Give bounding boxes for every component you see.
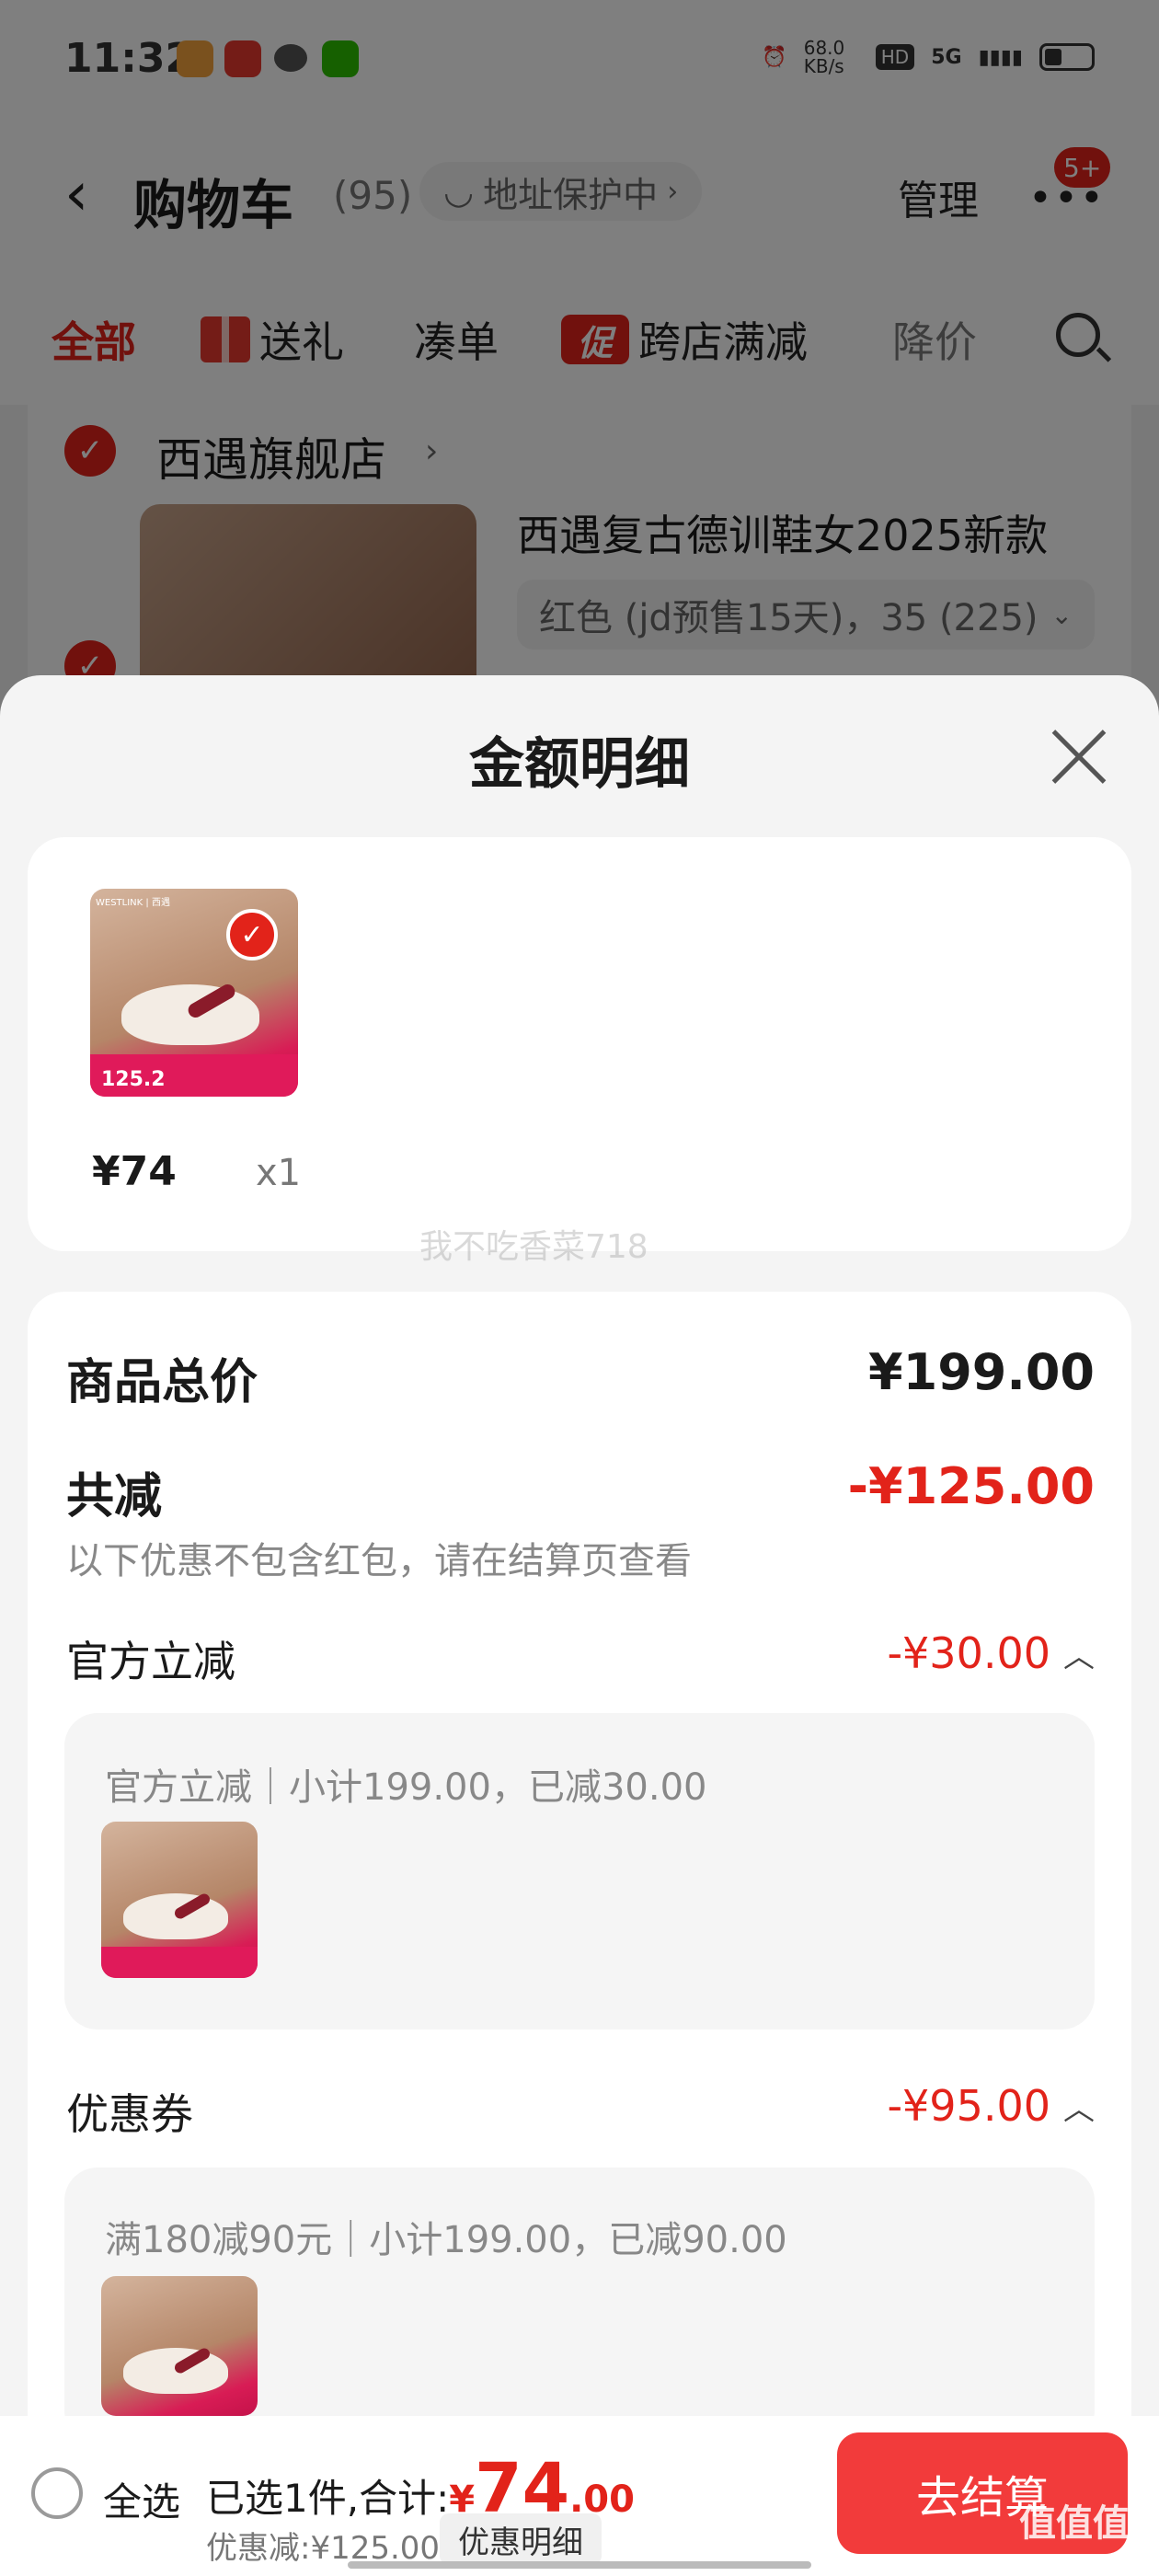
reduce-label: 共减: [66, 1469, 163, 1524]
coupon-value: -¥95.00: [887, 2081, 1050, 2131]
official-discount-value: -¥30.00: [887, 1628, 1050, 1678]
thumb-price: 125.2: [101, 1068, 166, 1091]
coupon-text: 满180减90元｜小计199.00，已减90.00: [105, 2219, 787, 2261]
goods-total-value: ¥199.00: [868, 1343, 1095, 1401]
sheet-title: 金额明细: [469, 732, 690, 797]
coupon-thumb: [101, 2276, 258, 2416]
reduce-value: -¥125.00: [847, 1457, 1095, 1515]
chevron-up-icon: ︿: [1063, 1638, 1095, 1675]
select-all-checkbox[interactable]: [31, 2467, 83, 2519]
item-selected-check: ✓: [226, 909, 278, 960]
total-integer: 74: [475, 2449, 570, 2528]
reduce-note: 以下优惠不包含红包，请在结算页查看: [66, 1540, 692, 1582]
chevron-up-icon: ︿: [1063, 2090, 1095, 2128]
official-discount-text: 官方立减｜小计199.00，已减30.00: [105, 1766, 707, 1809]
official-discount-label: 官方立减: [66, 1637, 235, 1686]
thumb-brand: WESTLINK | 西遇: [96, 898, 170, 908]
select-all-label[interactable]: 全选: [103, 2471, 180, 2527]
goods-total-label: 商品总价: [66, 1355, 258, 1410]
coupon-label: 优惠券: [66, 2089, 193, 2139]
item-price: ¥74: [92, 1148, 177, 1195]
discount-detail-button[interactable]: 优惠明细: [440, 2513, 602, 2565]
close-icon[interactable]: [1049, 727, 1109, 788]
item-quantity: x1: [256, 1152, 302, 1194]
official-discount-thumb: [101, 1822, 258, 1978]
selected-prefix: 已选1件,合计:: [206, 2476, 450, 2521]
home-indicator[interactable]: [348, 2561, 811, 2569]
corner-watermark: 值值值: [1019, 2502, 1130, 2545]
official-discount-toggle[interactable]: -¥30.00 ︿: [887, 1628, 1095, 1678]
coupon-toggle[interactable]: -¥95.00 ︿: [887, 2081, 1095, 2131]
watermark: 我不吃香菜718: [419, 1228, 648, 1266]
